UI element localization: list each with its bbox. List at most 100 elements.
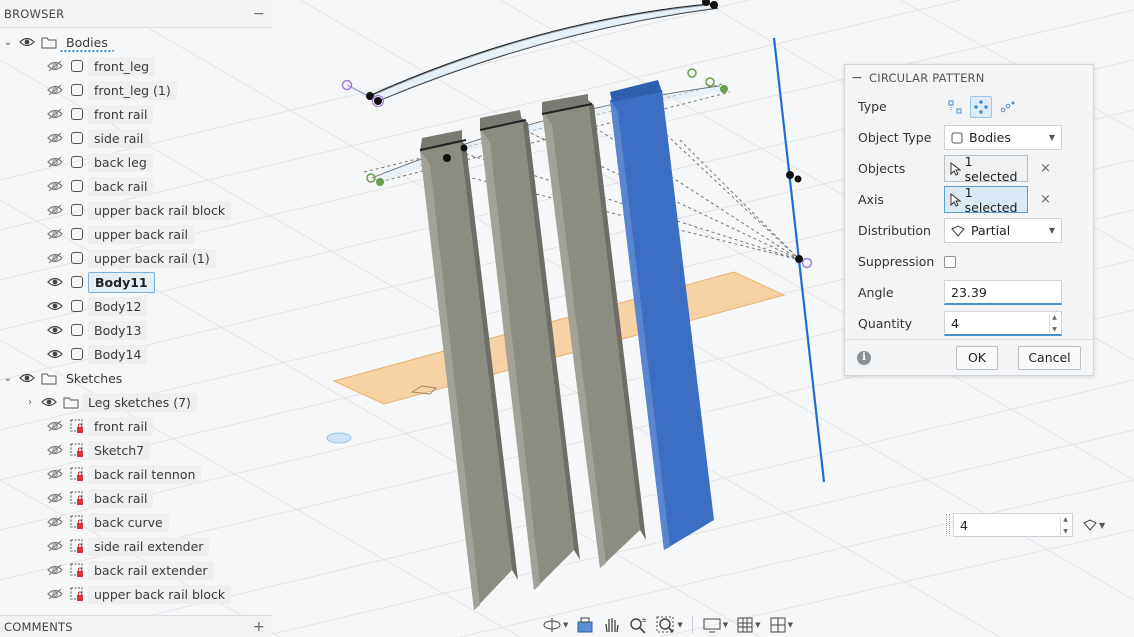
tree-folder-label[interactable]: Leg sketches (7): [82, 392, 197, 412]
display-settings-button[interactable]: ▼: [700, 614, 730, 636]
chevron-right-icon[interactable]: ›: [22, 397, 38, 408]
tree-item-label[interactable]: side rail extender: [88, 536, 210, 556]
tree-item-label[interactable]: back rail tennon: [88, 464, 202, 484]
eye-hidden-icon[interactable]: [44, 79, 66, 101]
eye-hidden-icon[interactable]: [44, 415, 66, 437]
eye-hidden-icon[interactable]: [44, 199, 66, 221]
axis-selection[interactable]: 1 selected: [944, 185, 1028, 215]
tree-item-label[interactable]: back leg: [88, 152, 153, 172]
orbit-button[interactable]: ▼: [540, 614, 570, 636]
tree-item-sketch[interactable]: front rail: [0, 414, 272, 438]
tree-item-body[interactable]: Body11: [0, 270, 272, 294]
tree-item-label[interactable]: Body12: [88, 296, 148, 316]
angle-input[interactable]: 23.39: [944, 280, 1062, 305]
distribution-dropdown[interactable]: ▼: [1083, 519, 1105, 531]
minus-icon[interactable]: −: [851, 70, 869, 86]
tree-item-label[interactable]: upper back rail (1): [88, 248, 216, 268]
fit-button[interactable]: ▼: [654, 614, 684, 636]
tree-item-sketch[interactable]: back rail tennon: [0, 462, 272, 486]
eye-hidden-icon[interactable]: [44, 103, 66, 125]
eye-hidden-icon[interactable]: [44, 583, 66, 605]
eye-hidden-icon[interactable]: [44, 439, 66, 461]
viewports-button[interactable]: ▼: [767, 614, 795, 636]
floating-quantity-input[interactable]: 4 ▲ ▼: [953, 513, 1073, 537]
eye-hidden-icon[interactable]: [44, 511, 66, 533]
eye-hidden-icon[interactable]: [44, 151, 66, 173]
minus-icon[interactable]: −: [250, 6, 268, 22]
plus-icon[interactable]: +: [250, 619, 268, 635]
tree-group-bodies[interactable]: ⌄ Bodies: [0, 30, 272, 54]
tree-item-label[interactable]: upper back rail block: [88, 200, 232, 220]
quantity-input[interactable]: 4 ▲ ▼: [944, 311, 1062, 336]
tree-item-sketch[interactable]: upper back rail block: [0, 582, 272, 606]
tree-item-body[interactable]: Body12: [0, 294, 272, 318]
tree-item-body[interactable]: upper back rail: [0, 222, 272, 246]
drag-grip-icon[interactable]: [946, 514, 950, 536]
eye-visible-icon[interactable]: [44, 319, 66, 341]
comments-bar[interactable]: COMMENTS +: [0, 615, 272, 637]
tree-item-body[interactable]: back leg: [0, 150, 272, 174]
pan-button[interactable]: [600, 614, 622, 636]
ok-button[interactable]: OK: [956, 345, 998, 370]
tree-item-body[interactable]: back rail: [0, 174, 272, 198]
tree-item-label[interactable]: front_leg (1): [88, 80, 177, 100]
tree-item-label[interactable]: side rail: [88, 128, 150, 148]
distribution-select[interactable]: Partial ▼: [944, 218, 1062, 243]
tree-item-body[interactable]: Body13: [0, 318, 272, 342]
tree-item-body[interactable]: front rail: [0, 102, 272, 126]
tree-item-label[interactable]: front rail: [88, 416, 154, 436]
tree-item-body[interactable]: front_leg: [0, 54, 272, 78]
tree-item-sketch[interactable]: side rail extender: [0, 534, 272, 558]
tree-item-label[interactable]: back curve: [88, 512, 169, 532]
eye-visible-icon[interactable]: [16, 31, 38, 53]
tree-item-label[interactable]: front_leg: [88, 56, 156, 76]
pattern-faces-icon[interactable]: [996, 96, 1018, 118]
eye-visible-icon[interactable]: [44, 343, 66, 365]
object-type-select[interactable]: Bodies ▼: [944, 125, 1062, 150]
chevron-down-icon[interactable]: ⌄: [0, 373, 16, 384]
tree-group-sketches[interactable]: ⌄ Sketches: [0, 366, 272, 390]
suppression-checkbox[interactable]: [944, 255, 956, 268]
tree-folder-leg-sketches[interactable]: › Leg sketches (7): [0, 390, 272, 414]
eye-hidden-icon[interactable]: [44, 223, 66, 245]
pattern-features-icon[interactable]: [944, 96, 966, 118]
tree-item-label[interactable]: back rail extender: [88, 560, 214, 580]
close-icon[interactable]: ×: [1040, 161, 1051, 176]
eye-hidden-icon[interactable]: [44, 55, 66, 77]
eye-hidden-icon[interactable]: [44, 487, 66, 509]
tree-item-body[interactable]: Body14: [0, 342, 272, 366]
quantity-stepper[interactable]: ▲ ▼: [1049, 314, 1059, 333]
close-icon[interactable]: ×: [1040, 192, 1051, 207]
eye-hidden-icon[interactable]: [44, 247, 66, 269]
tree-item-label[interactable]: upper back rail: [88, 224, 195, 244]
eye-visible-icon[interactable]: [16, 367, 38, 389]
eye-hidden-icon[interactable]: [44, 175, 66, 197]
tree-item-label[interactable]: upper back rail block: [88, 584, 232, 604]
pattern-bodies-icon[interactable]: [970, 95, 992, 118]
dialog-header[interactable]: − CIRCULAR PATTERN: [845, 65, 1093, 91]
tree-group-label[interactable]: Bodies: [60, 33, 114, 52]
tree-item-label[interactable]: Body14: [88, 344, 148, 364]
tree-item-body[interactable]: front_leg (1): [0, 78, 272, 102]
look-at-button[interactable]: [574, 614, 596, 636]
tree-item-label[interactable]: back rail: [88, 488, 154, 508]
chevron-down-icon[interactable]: ⌄: [0, 37, 16, 48]
tree-item-sketch[interactable]: Sketch7: [0, 438, 272, 462]
eye-visible-icon[interactable]: [44, 295, 66, 317]
eye-visible-icon[interactable]: [44, 271, 66, 293]
tree-item-label[interactable]: Body11: [88, 271, 155, 293]
eye-hidden-icon[interactable]: [44, 535, 66, 557]
tree-item-body[interactable]: upper back rail (1): [0, 246, 272, 270]
tree-item-label[interactable]: front rail: [88, 104, 154, 124]
tree-item-label[interactable]: back rail: [88, 176, 154, 196]
zoom-button[interactable]: ±: [626, 614, 650, 636]
eye-hidden-icon[interactable]: [44, 559, 66, 581]
tree-item-body[interactable]: side rail: [0, 126, 272, 150]
tree-item-sketch[interactable]: back rail: [0, 486, 272, 510]
grid-button[interactable]: ▼: [734, 614, 762, 636]
tree-group-label[interactable]: Sketches: [60, 369, 128, 388]
cancel-button[interactable]: Cancel: [1018, 345, 1081, 370]
quantity-stepper[interactable]: ▲ ▼: [1060, 516, 1070, 535]
eye-hidden-icon[interactable]: [44, 127, 66, 149]
eye-hidden-icon[interactable]: [44, 463, 66, 485]
